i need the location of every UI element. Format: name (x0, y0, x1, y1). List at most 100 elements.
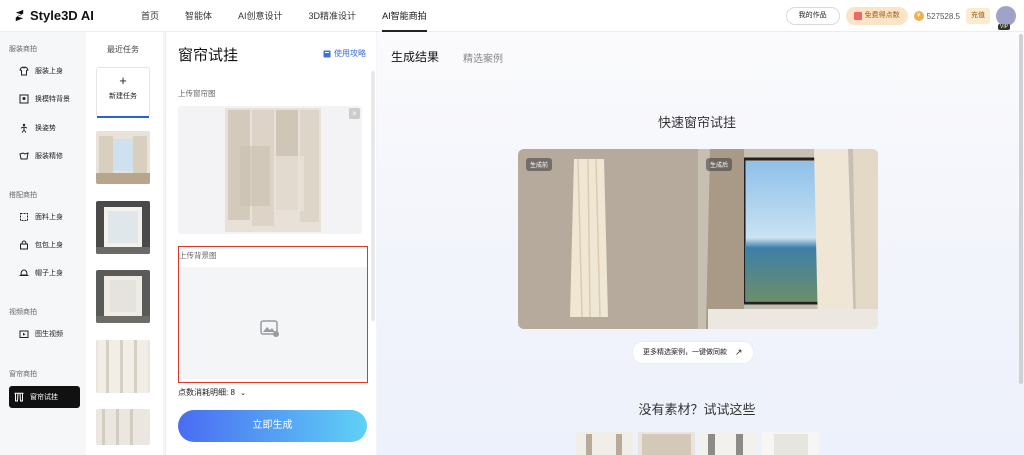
sidebar-group-label: 窗帘商拍 (9, 371, 37, 378)
task-thumbnail[interactable] (96, 340, 150, 393)
task-thumbnail[interactable] (96, 270, 150, 323)
curtain-preview-image (225, 108, 321, 232)
before-after-comparison: 生成前 生成后 (518, 149, 878, 329)
sample-curtain-image (762, 432, 819, 455)
video-icon (19, 330, 29, 338)
book-icon (323, 50, 331, 57)
sidebar-item-bag[interactable]: 包包上身 (5, 236, 81, 254)
nav-home[interactable]: 首页 (128, 0, 172, 32)
new-task-label: 新建任务 (109, 93, 137, 100)
sidebar-group-label: 视频商拍 (9, 309, 37, 316)
sidebar-item-change-background[interactable]: 换模特背景 (5, 90, 81, 108)
curtain-room-thumbnail (96, 270, 150, 323)
sample-curtain-image (638, 432, 695, 455)
free-points-label: 免费得点数 (864, 12, 900, 19)
sample-image[interactable] (576, 432, 633, 455)
coin-icon: ¥ (913, 11, 924, 21)
main-nav: 首页 智能体 AI创意设计 3D精准设计 AI智能商拍 (128, 0, 440, 32)
cost-detail-dropdown[interactable]: 点数消耗明细: 8 ⌄ (178, 387, 246, 398)
logo-icon (15, 9, 24, 22)
sidebar-item-image-to-video[interactable]: 图生视频 (5, 325, 81, 343)
sample-image[interactable] (700, 432, 757, 455)
sidebar: 服装商拍 服装上身 换模特背景 换姿势 服装精修 搭配商拍 面料上身 包包上身 … (0, 32, 85, 455)
tab-featured-cases[interactable]: 精选案例 (463, 50, 503, 65)
cost-detail-label: 点数消耗明细: 8 (178, 388, 235, 397)
sample-curtain-image (576, 432, 633, 455)
sidebar-item-garment-retouch[interactable]: 服装精修 (5, 147, 81, 165)
main-scrollbar[interactable] (1019, 34, 1023, 384)
sidebar-group-label: 搭配商拍 (9, 192, 37, 199)
curtain-icon (14, 392, 24, 402)
usage-guide-link[interactable]: 使用攻略 (323, 48, 366, 59)
more-cases-label: 更多精选案例，一键做同款 (643, 349, 727, 356)
sample-image[interactable] (762, 432, 819, 455)
chevron-down-icon: ⌄ (240, 390, 247, 397)
my-works-button[interactable]: 我的作品 (785, 7, 840, 25)
logo[interactable]: Style3D AI (13, 8, 113, 23)
sidebar-item-label: 服装上身 (35, 68, 63, 75)
nav-ai-shoot[interactable]: AI智能商拍 (369, 0, 440, 32)
points-value: 527528.5 (926, 11, 960, 21)
sidebar-item-label: 换模特背景 (35, 96, 70, 103)
curtain-room-thumbnail (96, 201, 150, 254)
after-badge: 生成后 (706, 158, 733, 171)
avatar[interactable]: VIP (996, 6, 1016, 30)
sidebar-item-label: 窗帘试挂 (30, 394, 58, 401)
remove-image-button[interactable]: × (349, 108, 360, 119)
free-points-button[interactable]: 免费得点数 (845, 7, 908, 25)
shirt-icon (19, 66, 29, 76)
nav-3d-design[interactable]: 3D精准设计 (296, 0, 370, 32)
curtain-form-panel: 窗帘试挂 使用攻略 上传窗帘图 × 上传背景图 点数消耗明细: 8 ⌄ 立即生成 (165, 32, 376, 455)
plus-icon: + (119, 73, 127, 88)
gift-icon (853, 12, 862, 20)
sidebar-item-fabric[interactable]: 面料上身 (5, 208, 81, 226)
bag-icon (20, 240, 28, 250)
before-after-image (518, 149, 878, 329)
fabric-icon (20, 213, 28, 221)
sample-curtain-image (700, 432, 757, 455)
recent-tasks-panel: 最近任务 + 新建任务 (86, 32, 163, 455)
nav-agent[interactable]: 智能体 (172, 0, 225, 32)
upload-curtain-label: 上传窗帘图 (178, 89, 216, 98)
quick-title: 快速窗帘试挂 (657, 115, 736, 130)
background-upload-section: 上传背景图 (178, 246, 368, 383)
sample-image[interactable] (638, 432, 695, 455)
sidebar-item-label: 服装精修 (35, 153, 63, 160)
vip-badge: VIP (998, 24, 1011, 30)
usage-guide-label: 使用攻略 (334, 49, 366, 58)
task-thumbnail[interactable] (96, 409, 150, 445)
curtain-image-upload[interactable]: × (178, 106, 362, 234)
tab-results[interactable]: 生成结果 (391, 48, 439, 65)
sidebar-item-label: 面料上身 (35, 214, 63, 221)
new-task-button[interactable]: + 新建任务 (96, 67, 150, 118)
retouch-icon (19, 152, 29, 160)
recent-tasks-title: 最近任务 (107, 45, 139, 54)
form-scrollbar[interactable] (371, 71, 375, 321)
background-image-upload[interactable] (179, 267, 367, 379)
task-thumbnail[interactable] (96, 201, 150, 254)
sidebar-item-label: 图生视频 (35, 331, 63, 338)
swap-background-icon (19, 94, 29, 104)
page-title: 窗帘试挂 (178, 47, 239, 64)
arrow-up-right-icon: ↗ (735, 347, 743, 357)
result-area: 生成结果 精选案例 快速窗帘试挂 生成前 生成后 更多精选案例，一键做同款 ↗ (377, 32, 1024, 455)
upload-background-label: 上传背景图 (179, 251, 217, 260)
sidebar-item-curtain-try[interactable]: 窗帘试挂 (9, 386, 80, 408)
sidebar-item-hat[interactable]: 帽子上身 (5, 264, 81, 282)
sidebar-item-label: 换姿势 (35, 125, 56, 132)
curtain-room-thumbnail (96, 409, 150, 445)
sidebar-item-change-pose[interactable]: 换姿势 (5, 119, 81, 137)
sidebar-item-label: 帽子上身 (35, 270, 63, 277)
hat-icon (19, 269, 29, 276)
sidebar-item-label: 包包上身 (35, 242, 63, 249)
before-badge: 生成前 (526, 158, 553, 171)
nav-ai-creative[interactable]: AI创意设计 (225, 0, 296, 32)
logo-text: Style3D AI (30, 8, 94, 23)
sidebar-item-garment-on-body[interactable]: 服装上身 (5, 62, 81, 80)
curtain-room-thumbnail (96, 131, 150, 184)
sidebar-group-label: 服装商拍 (9, 46, 37, 53)
generate-button[interactable]: 立即生成 (178, 410, 367, 442)
more-cases-button[interactable]: 更多精选案例，一键做同款 ↗ (633, 342, 753, 363)
recharge-button[interactable]: 充值 (966, 8, 990, 24)
task-thumbnail[interactable] (96, 131, 150, 184)
